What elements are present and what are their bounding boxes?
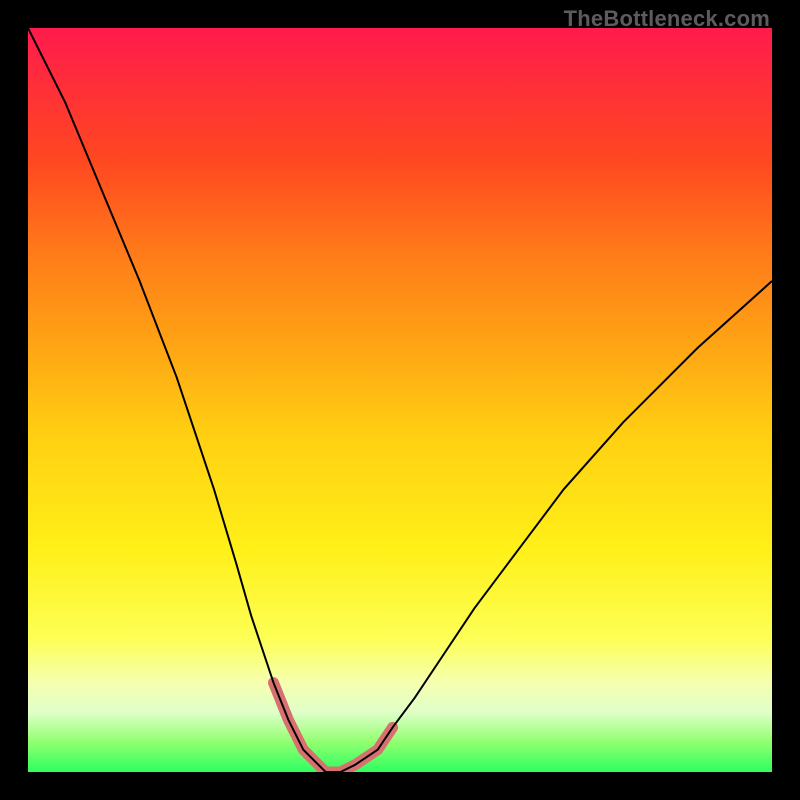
chart-frame: TheBottleneck.com xyxy=(0,0,800,800)
curve-svg xyxy=(28,28,772,772)
bottleneck-curve xyxy=(28,28,772,772)
plot-area xyxy=(28,28,772,772)
